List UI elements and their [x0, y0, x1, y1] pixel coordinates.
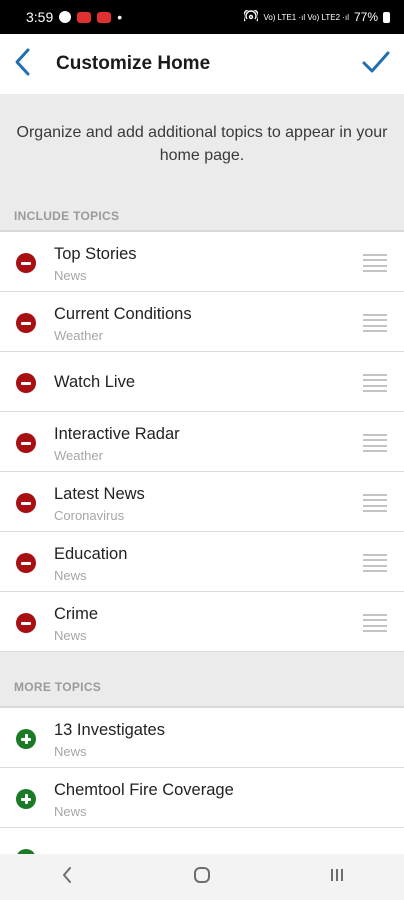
drag-handle-icon[interactable]: [363, 314, 387, 332]
topic-subtitle: Coronavirus: [54, 508, 125, 523]
remove-topic-button[interactable]: [16, 433, 36, 453]
signal-text: Vo) LTE1 ·ıl Vo) LTE2 ·ıl: [263, 12, 349, 22]
topic-row-interactive-radar[interactable]: Interactive Radar Weather: [0, 412, 404, 472]
topic-row-top-stories[interactable]: Top Stories News: [0, 232, 404, 292]
topic-subtitle: News: [54, 628, 87, 643]
nav-home-icon: [193, 866, 211, 889]
topic-title: Education: [54, 545, 128, 563]
minus-icon: [21, 501, 31, 505]
page-title: Customize Home: [56, 53, 211, 74]
nav-recents-icon: [328, 867, 346, 888]
minus-icon: [21, 261, 31, 265]
topic-subtitle: News: [54, 268, 87, 283]
drag-handle-icon[interactable]: [363, 494, 387, 512]
topic-subtitle: News: [54, 568, 87, 583]
nav-back-button[interactable]: [47, 857, 87, 897]
battery-icon: [383, 11, 390, 23]
nav-home-button[interactable]: [182, 857, 222, 897]
topic-subtitle: Weather: [54, 448, 103, 463]
system-nav-bar: [0, 854, 404, 900]
checkmark-icon: [362, 51, 390, 78]
back-button[interactable]: [8, 48, 36, 80]
more-topics-header: MORE TOPICS: [14, 680, 102, 694]
notification-app-icon-2: [97, 11, 112, 23]
settings-content[interactable]: Organize and add additional topics to ap…: [0, 94, 404, 854]
drag-handle-icon[interactable]: [363, 254, 387, 272]
topic-row-crime[interactable]: Crime News: [0, 592, 404, 652]
hotspot-icon: [243, 7, 260, 25]
add-topic-button[interactable]: [16, 789, 36, 809]
remove-topic-button[interactable]: [16, 313, 36, 333]
minus-icon: [21, 321, 31, 325]
topic-title: 13 Investigates: [54, 721, 165, 739]
topic-row-13-investigates[interactable]: 13 Investigates News: [0, 708, 404, 768]
battery-percent: 77%: [353, 10, 378, 24]
topic-subtitle: News: [54, 804, 87, 819]
topic-title: Top Stories: [54, 245, 137, 263]
more-topics-list: 13 Investigates News Chemtool Fire Cover…: [0, 706, 404, 854]
remove-topic-button[interactable]: [16, 553, 36, 573]
nav-back-icon: [61, 866, 73, 889]
drag-handle-icon[interactable]: [363, 614, 387, 632]
topic-title: Interactive Radar: [54, 425, 180, 443]
nav-recents-button[interactable]: [317, 857, 357, 897]
remove-topic-button[interactable]: [16, 253, 36, 273]
drag-handle-icon[interactable]: [363, 554, 387, 572]
topic-title: Crime: [54, 605, 98, 623]
topic-row-watch-live[interactable]: Watch Live: [0, 352, 404, 412]
topic-subtitle: News: [54, 744, 87, 759]
intro-text: Organize and add additional topics to ap…: [16, 124, 388, 164]
include-topics-header: INCLUDE TOPICS: [14, 209, 120, 223]
status-dot: •: [117, 9, 123, 25]
status-bar-right: Vo) LTE1 ·ıl Vo) LTE2 ·ıl 77%: [243, 7, 390, 25]
include-topics-list: Top Stories News Current Conditions Weat…: [0, 230, 404, 652]
remove-topic-button[interactable]: [16, 613, 36, 633]
status-time: 3:59: [26, 9, 54, 25]
topic-title: Watch Live: [54, 373, 136, 391]
minus-icon: [21, 561, 31, 565]
drag-handle-icon[interactable]: [363, 374, 387, 392]
topic-row-education[interactable]: Education News: [0, 532, 404, 592]
notification-app-icon: [77, 11, 92, 23]
app-header: Customize Home: [0, 34, 404, 94]
status-bar: 3:59 • Vo) LTE1 ·ıl Vo) LTE2 ·ıl 77%: [0, 0, 404, 34]
plus-icon: [21, 734, 31, 744]
minus-icon: [21, 441, 31, 445]
phone-icon: [59, 11, 72, 23]
add-topic-button[interactable]: [16, 729, 36, 749]
topic-subtitle: Weather: [54, 328, 103, 343]
topic-title: Current Conditions: [54, 305, 192, 323]
topic-row-latest-news[interactable]: Latest News Coronavirus: [0, 472, 404, 532]
remove-topic-button[interactable]: [16, 373, 36, 393]
plus-icon: [21, 794, 31, 804]
topic-row-current-conditions[interactable]: Current Conditions Weather: [0, 292, 404, 352]
drag-handle-icon[interactable]: [363, 434, 387, 452]
section-divider: [0, 652, 404, 680]
minus-icon: [21, 621, 31, 625]
chevron-left-icon: [13, 47, 31, 82]
topic-title: Latest News: [54, 485, 145, 503]
topic-row-chemtool-fire[interactable]: Chemtool Fire Coverage News: [0, 768, 404, 828]
remove-topic-button[interactable]: [16, 493, 36, 513]
topic-title: Chemtool Fire Coverage: [54, 781, 234, 799]
topic-row-partial[interactable]: [0, 828, 404, 854]
save-button[interactable]: [360, 48, 392, 80]
minus-icon: [21, 381, 31, 385]
status-bar-left: 3:59 •: [26, 9, 122, 25]
